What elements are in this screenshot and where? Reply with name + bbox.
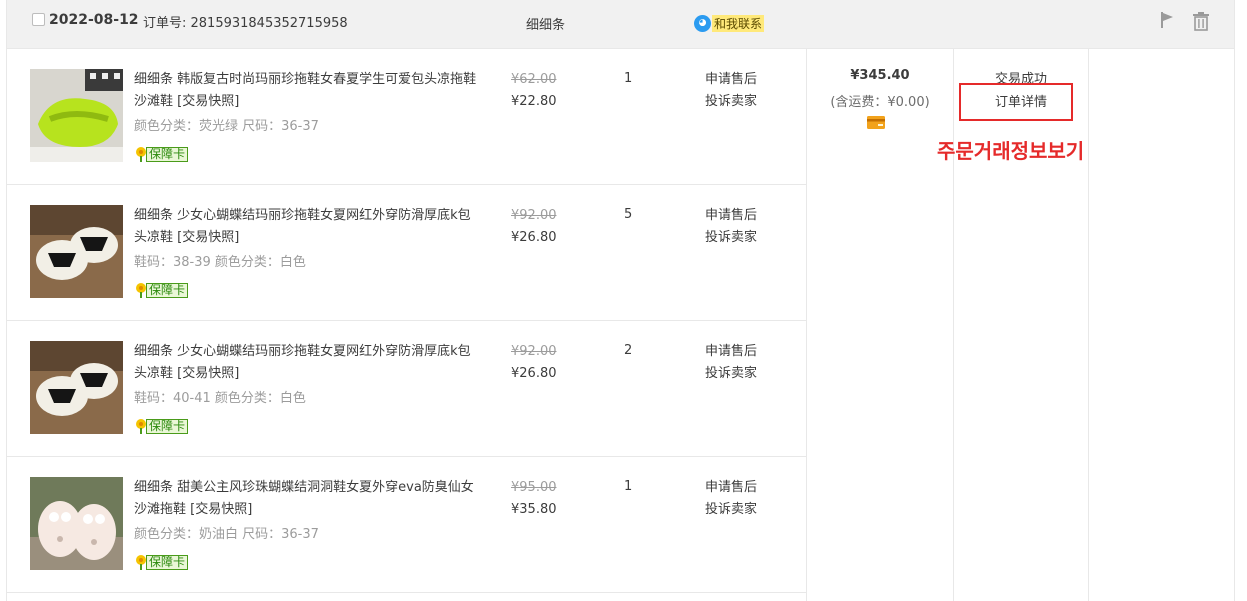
product-title[interactable]: 细细条 少女心蝴蝶结玛丽珍拖鞋女夏网红外穿防滑厚底k包头凉鞋 [交易快照] [134,205,479,249]
quantity: 1 [624,479,633,494]
complain-seller-link[interactable]: 投诉卖家 [705,363,757,385]
credit-card-icon[interactable] [867,116,885,129]
order-item-row: 细细条 甜美公主风珍珠蝴蝶结洞洞鞋女夏外穿eva防臭仙女沙滩拖鞋 [交易快照] … [7,457,806,593]
original-price: ¥92.00 [511,344,557,359]
item-operations: 申请售后 投诉卖家 [705,477,757,521]
shipping-fee: (含运费：¥0.00) [830,95,930,110]
order-total-amount: ¥345.40 [850,68,910,83]
price-cell: ¥92.00 ¥26.80 [511,341,581,385]
guarantee-label: 保障卡 [146,418,189,434]
complain-seller-link[interactable]: 投诉卖家 [705,91,757,113]
contact-seller-label: 和我联系 [712,14,765,32]
order-item-row: 细细条 韩版复古时尚玛丽珍拖鞋女春夏学生可爱包头凉拖鞋沙滩鞋 [交易快照] 颜色… [7,49,806,185]
product-thumbnail[interactable] [30,477,123,570]
product-title[interactable]: 细细条 少女心蝴蝶结玛丽珍拖鞋女夏网红外穿防滑厚底k包头凉鞋 [交易快照] [134,341,479,385]
unit-price: ¥26.80 [511,366,557,381]
contact-seller-button[interactable]: ◕ 和我联系 [694,14,765,32]
quantity: 2 [624,343,633,358]
unit-price: ¥22.80 [511,94,557,109]
product-thumbnail[interactable] [30,341,123,434]
snapshot-link[interactable]: [交易快照] [190,502,252,517]
apply-after-sales-link[interactable]: 申请售后 [705,69,757,91]
order-item-row: 细细条 少女心蝴蝶结玛丽珍拖鞋女夏网红外穿防滑厚底k包头凉鞋 [交易快照] 鞋码… [7,185,806,321]
apply-after-sales-link[interactable]: 申请售后 [705,341,757,363]
order-total-column: ¥345.40 (含运费：¥0.00) [807,49,954,601]
product-title-text[interactable]: 细细条 甜美公主风珍珠蝴蝶结洞洞鞋女夏外穿eva防臭仙女沙滩拖鞋 [134,480,474,517]
product-sku: 颜色分类：奶油白 尺码：36-37 [134,527,319,542]
product-title[interactable]: 细细条 韩版复古时尚玛丽珍拖鞋女春夏学生可爱包头凉拖鞋沙滩鞋 [交易快照] [134,69,479,113]
highlight-box [959,83,1073,121]
price-cell: ¥92.00 ¥26.80 [511,205,581,249]
wangwang-chat-icon: ◕ [694,14,711,32]
product-sku: 颜色分类：荧光绿 尺码：36-37 [134,119,319,134]
order-number: 订单号: 2815931845352715958 [143,16,348,31]
snapshot-link[interactable]: [交易快照] [177,94,239,109]
product-title[interactable]: 细细条 甜美公主风珍珠蝴蝶结洞洞鞋女夏外穿eva防臭仙女沙滩拖鞋 [交易快照] [134,477,479,521]
guarantee-card-badge[interactable]: 保障卡 [134,418,189,434]
delete-trash-icon[interactable] [1191,11,1211,31]
annotation-text: 주문거래정보보기 [937,139,1085,163]
shop-name-link[interactable]: 细细条 [526,14,565,33]
product-sku: 鞋码：38-39 颜色分类：白色 [134,255,306,270]
apply-after-sales-link[interactable]: 申请售后 [705,477,757,499]
price-cell: ¥62.00 ¥22.80 [511,69,581,113]
original-price: ¥92.00 [511,208,557,223]
item-operations: 申请售后 投诉卖家 [705,205,757,249]
complain-seller-link[interactable]: 投诉卖家 [705,499,757,521]
order-items-list: 细细条 韩版复古时尚玛丽珍拖鞋女春夏学生可爱包头凉拖鞋沙滩鞋 [交易快照] 颜色… [7,49,807,601]
flag-icon[interactable] [1158,11,1176,29]
guarantee-label: 保障卡 [146,282,189,298]
order-select-checkbox[interactable] [32,13,45,26]
snapshot-link[interactable]: [交易快照] [177,366,239,381]
product-sku: 鞋码：40-41 颜色分类：白色 [134,391,306,406]
complain-seller-link[interactable]: 投诉卖家 [705,227,757,249]
order-status-column: 交易成功 订单详情 [954,49,1089,601]
apply-after-sales-link[interactable]: 申请售后 [705,205,757,227]
quantity: 5 [624,207,633,222]
unit-price: ¥26.80 [511,230,557,245]
guarantee-label: 保障卡 [146,146,189,162]
item-operations: 申请售后 投诉卖家 [705,69,757,113]
unit-price: ¥35.80 [511,502,557,517]
order-date: 2022-08-12 [49,12,139,28]
original-price: ¥95.00 [511,480,557,495]
item-operations: 申请售后 投诉卖家 [705,341,757,385]
guarantee-card-badge[interactable]: 保障卡 [134,146,189,162]
order-header: 2022-08-12 订单号: 2815931845352715958 细细条 … [7,0,1234,49]
product-thumbnail[interactable] [30,205,123,298]
order-item-row: 细细条 少女心蝴蝶结玛丽珍拖鞋女夏网红外穿防滑厚底k包头凉鞋 [交易快照] 鞋码… [7,321,806,457]
snapshot-link[interactable]: [交易快照] [177,230,239,245]
guarantee-label: 保障卡 [146,554,189,570]
guarantee-card-badge[interactable]: 保障卡 [134,554,189,570]
original-price: ¥62.00 [511,72,557,87]
quantity: 1 [624,71,633,86]
price-cell: ¥95.00 ¥35.80 [511,477,581,521]
guarantee-card-badge[interactable]: 保障卡 [134,282,189,298]
product-thumbnail[interactable] [30,69,123,162]
